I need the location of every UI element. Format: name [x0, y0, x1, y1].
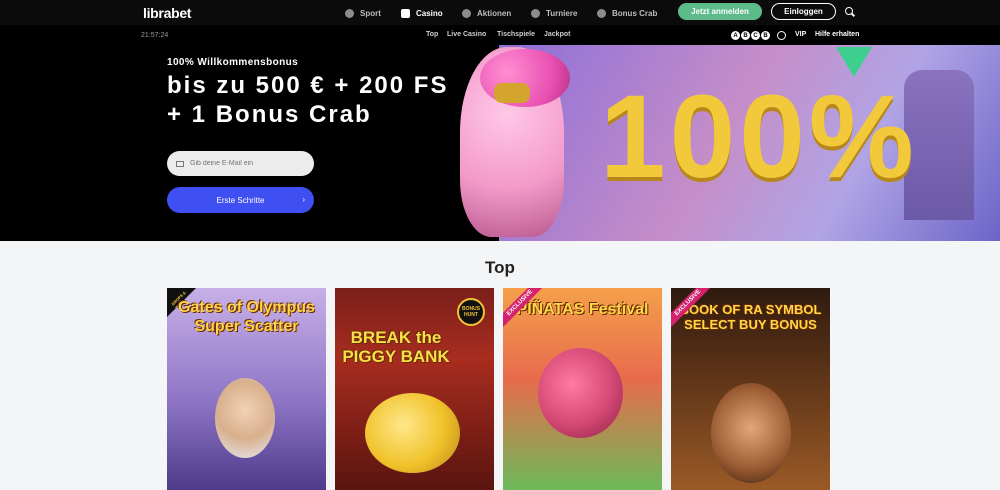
- register-button[interactable]: Jetzt anmelden: [678, 3, 762, 20]
- game-card-pinatas-festival[interactable]: PIÑATAS Festival EXCLUSIVE: [503, 288, 662, 490]
- email-field[interactable]: [167, 151, 314, 176]
- nav-label: Casino: [416, 8, 443, 18]
- clock: 21:57:24: [141, 32, 169, 39]
- nav-item-sport[interactable]: Sport: [345, 6, 381, 20]
- lang-option[interactable]: A: [731, 31, 740, 40]
- game-title: BREAK the PIGGY BANK: [342, 328, 450, 366]
- games-grid: DROPS & WINS Gates of Olympus Super Scat…: [167, 288, 830, 490]
- lang-option[interactable]: B: [761, 31, 770, 40]
- vip-link[interactable]: VIP: [795, 31, 806, 38]
- pinata-illustration: [538, 348, 623, 438]
- lang-option[interactable]: C: [751, 31, 760, 40]
- get-started-label: Erste Schritte: [216, 195, 265, 205]
- subnav-tischspiele[interactable]: Tischspiele: [497, 31, 535, 38]
- game-title: PIÑATAS Festival: [516, 301, 649, 318]
- nav-item-aktionen[interactable]: Aktionen: [462, 6, 511, 20]
- search-icon[interactable]: [845, 7, 853, 15]
- login-button[interactable]: Einloggen: [771, 3, 836, 20]
- unicorn-mask: [494, 83, 530, 103]
- get-started-button[interactable]: Erste Schritte ›: [167, 187, 314, 213]
- game-title: BOOK OF RA SYMBOL SELECT BUY BONUS: [679, 302, 822, 332]
- subnav-top[interactable]: Top: [426, 31, 438, 38]
- piggy-illustration: [365, 393, 460, 473]
- nav-item-casino[interactable]: Casino: [401, 6, 443, 20]
- zeus-illustration: [215, 378, 275, 458]
- bonus-eyebrow: 100% Willkommensbonus: [167, 57, 299, 68]
- bonus-headline: bis zu 500 € + 200 FS + 1 Bonus Crab: [167, 72, 449, 128]
- card-icon: [401, 8, 410, 18]
- chevron-right-icon: ›: [302, 195, 305, 204]
- trophy-icon: [531, 8, 540, 18]
- nav-label: Bonus Crab: [612, 8, 658, 18]
- librabet-logo[interactable]: librabet: [143, 5, 191, 21]
- subnav-live-casino[interactable]: Live Casino: [447, 31, 486, 38]
- nav-item-bonus-crab[interactable]: Bonus Crab: [597, 6, 657, 20]
- soccer-ball-icon: [345, 8, 354, 18]
- globe-icon[interactable]: [777, 31, 786, 40]
- subnav-jackpot[interactable]: Jackpot: [544, 31, 570, 38]
- nav-label: Turniere: [546, 8, 578, 18]
- game-card-gates-of-olympus[interactable]: DROPS & WINS Gates of Olympus Super Scat…: [167, 288, 326, 490]
- top-navigation-bar: librabet Sport Casino Aktionen Turniere …: [0, 0, 1000, 25]
- lang-option[interactable]: B: [741, 31, 750, 40]
- nav-label: Sport: [360, 8, 381, 18]
- email-input[interactable]: [190, 160, 300, 167]
- crab-icon: [597, 8, 606, 18]
- hero-banner: 21:57:24 Top Live Casino Tischspiele Jac…: [0, 25, 1000, 241]
- help-link[interactable]: Hilfe erhalten: [815, 31, 859, 38]
- game-title: Gates of Olympus Super Scatter: [178, 299, 315, 335]
- nav-label: Aktionen: [477, 8, 512, 18]
- game-card-book-of-ra[interactable]: BOOK OF RA SYMBOL SELECT BUY BONUS EXCLU…: [671, 288, 830, 490]
- language-switcher[interactable]: A B C B: [731, 31, 770, 40]
- mail-icon: [176, 160, 184, 167]
- section-title: Top: [485, 258, 515, 277]
- bonus-hunt-badge: BONUS HUNT: [457, 298, 485, 326]
- gift-icon: [462, 8, 471, 18]
- nav-item-turniere[interactable]: Turniere: [531, 6, 577, 20]
- banner-percent-text: 100%: [600, 71, 918, 203]
- adventurer-illustration: [711, 383, 791, 483]
- game-card-break-the-piggy-bank[interactable]: BREAK the PIGGY BANK BONUS HUNT: [335, 288, 494, 490]
